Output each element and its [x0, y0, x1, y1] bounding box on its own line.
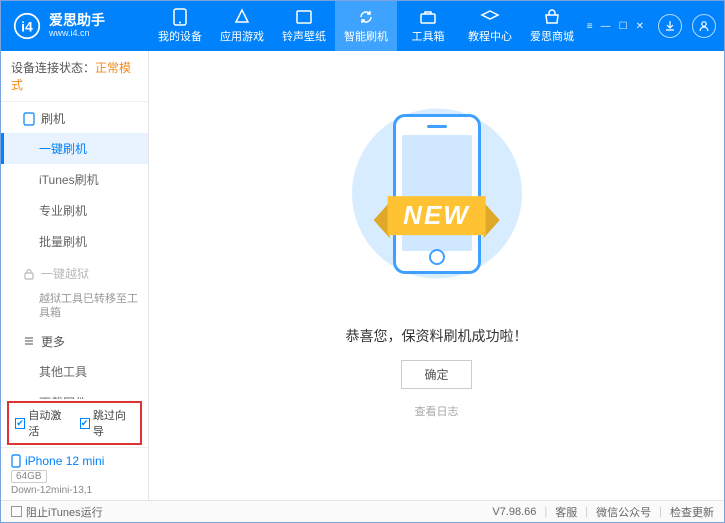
- sidebar-item-pro-flash[interactable]: 专业刷机: [1, 195, 148, 226]
- ribbon-text: NEW: [387, 196, 486, 235]
- footer-wechat[interactable]: 微信公众号: [596, 504, 651, 520]
- checkbox-block-itunes[interactable]: 阻止iTunes运行: [11, 504, 103, 520]
- menu-icon[interactable]: ≡: [587, 21, 593, 32]
- checkbox-skip-setup[interactable]: ✔ 跳过向导: [80, 407, 135, 439]
- device-storage: 64GB: [11, 470, 47, 483]
- status-label: 设备连接状态：: [11, 61, 95, 75]
- more-icon: [23, 335, 35, 347]
- nav-apps[interactable]: 应用游戏: [211, 1, 273, 51]
- sidebar-item-itunes-flash[interactable]: iTunes刷机: [1, 164, 148, 195]
- nav-label: 铃声壁纸: [282, 28, 326, 44]
- nav-my-device[interactable]: 我的设备: [149, 1, 211, 51]
- group-label: 刷机: [41, 110, 65, 127]
- top-nav: 我的设备 应用游戏 铃声壁纸 智能刷机 工具箱 教程中心 爱思商城: [149, 1, 583, 51]
- view-log-link[interactable]: 查看日志: [415, 403, 459, 419]
- nav-label: 应用游戏: [220, 28, 264, 44]
- checkbox-label: 阻止iTunes运行: [26, 504, 103, 520]
- sidebar-group-jailbreak: 一键越狱: [1, 257, 148, 288]
- main-content: NEW 恭喜您，保资料刷机成功啦！ 确定 查看日志: [149, 51, 724, 500]
- phone-small-icon: [23, 112, 35, 126]
- app-title: 爱思助手: [49, 13, 105, 28]
- jailbreak-note: 越狱工具已转移至工具箱: [39, 292, 138, 321]
- sidebar-group-more[interactable]: 更多: [1, 325, 148, 356]
- checkbox-icon: ✔: [15, 418, 25, 429]
- user-button[interactable]: [692, 14, 716, 38]
- nav-ringtones[interactable]: 铃声壁纸: [273, 1, 335, 51]
- nav-label: 我的设备: [158, 28, 202, 44]
- nav-flash[interactable]: 智能刷机: [335, 1, 397, 51]
- checkbox-label: 自动激活: [28, 407, 69, 439]
- sidebar-group-flash[interactable]: 刷机: [1, 102, 148, 133]
- connection-status: 设备连接状态：正常模式: [1, 51, 148, 102]
- nav-store[interactable]: 爱思商城: [521, 1, 583, 51]
- maximize-icon[interactable]: ☐: [619, 21, 628, 32]
- group-label: 更多: [41, 333, 65, 350]
- group-label: 一键越狱: [41, 265, 89, 282]
- sidebar-item-download-fw[interactable]: 下载固件: [1, 387, 148, 399]
- download-button[interactable]: [658, 14, 682, 38]
- device-name: iPhone 12 mini: [25, 454, 104, 468]
- options-row: ✔ 自动激活 ✔ 跳过向导: [7, 401, 142, 445]
- sidebar: 设备连接状态：正常模式 刷机 一键刷机 iTunes刷机 专业刷机 批量刷机 一…: [1, 51, 149, 500]
- checkbox-auto-activate[interactable]: ✔ 自动激活: [15, 407, 70, 439]
- app-subtitle: www.i4.cn: [49, 29, 105, 39]
- device-model: Down-12mini-13,1: [11, 485, 138, 496]
- toolbox-icon: [418, 8, 438, 26]
- store-icon: [542, 8, 562, 26]
- svg-text:i4: i4: [21, 18, 33, 34]
- device-info[interactable]: iPhone 12 mini 64GB Down-12mini-13,1: [1, 447, 148, 500]
- checkbox-icon: ✔: [80, 418, 90, 429]
- nav-label: 智能刷机: [344, 28, 388, 44]
- checkbox-icon: [11, 506, 22, 517]
- version-label: V7.98.66: [492, 506, 536, 518]
- graduation-icon: [480, 8, 500, 26]
- sidebar-item-oneclick-flash[interactable]: 一键刷机: [1, 133, 148, 164]
- success-message: 恭喜您，保资料刷机成功啦！: [346, 326, 528, 346]
- ok-button[interactable]: 确定: [401, 360, 471, 389]
- phone-icon: [170, 8, 190, 26]
- nav-label: 工具箱: [412, 28, 445, 44]
- checkbox-label: 跳过向导: [93, 407, 134, 439]
- nav-label: 教程中心: [468, 28, 512, 44]
- nav-label: 爱思商城: [530, 28, 574, 44]
- close-icon[interactable]: ✕: [636, 21, 644, 32]
- lock-icon: [23, 268, 35, 280]
- success-illustration: NEW: [322, 102, 552, 302]
- window-controls: ≡ — ☐ ✕: [587, 18, 644, 34]
- wallpaper-icon: [294, 8, 314, 26]
- sidebar-item-batch-flash[interactable]: 批量刷机: [1, 226, 148, 257]
- nav-tutorials[interactable]: 教程中心: [459, 1, 521, 51]
- apps-icon: [232, 8, 252, 26]
- footer-service[interactable]: 客服: [555, 504, 577, 520]
- refresh-icon: [356, 8, 376, 26]
- logo: i4 爱思助手 www.i4.cn: [1, 12, 149, 40]
- device-icon: [11, 454, 21, 468]
- title-bar: i4 爱思助手 www.i4.cn 我的设备 应用游戏 铃声壁纸 智能刷机 工具…: [1, 1, 724, 51]
- sidebar-item-other-tools[interactable]: 其他工具: [1, 356, 148, 387]
- footer-update[interactable]: 检查更新: [670, 504, 714, 520]
- minimize-icon[interactable]: —: [601, 21, 611, 32]
- user-icon: [698, 20, 710, 32]
- status-bar: 阻止iTunes运行 V7.98.66 | 客服 | 微信公众号 | 检查更新: [1, 500, 724, 522]
- nav-toolbox[interactable]: 工具箱: [397, 1, 459, 51]
- app-logo-icon: i4: [13, 12, 41, 40]
- download-icon: [664, 20, 676, 32]
